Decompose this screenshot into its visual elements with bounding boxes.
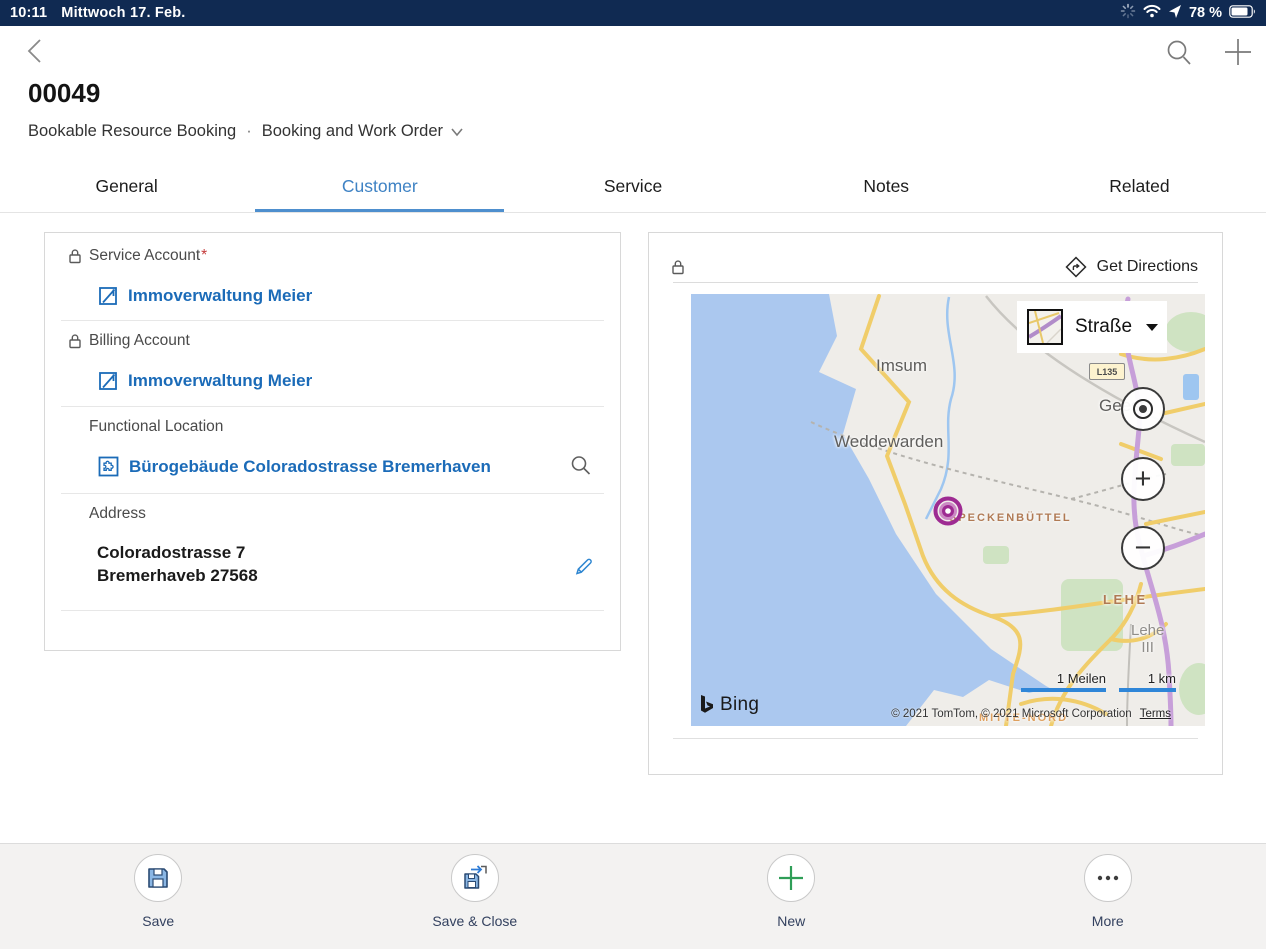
- field-divider: [61, 406, 604, 407]
- map-style-thumbnail-icon: [1027, 309, 1063, 345]
- directions-icon: [1065, 256, 1087, 278]
- tab-general[interactable]: General: [0, 160, 253, 212]
- map-zoom-in-button[interactable]: +: [1121, 457, 1165, 501]
- form-selector-label: Booking and Work Order: [262, 122, 443, 141]
- status-date: Mittwoch 17. Feb.: [61, 5, 185, 21]
- page-title: 00049: [28, 78, 100, 109]
- more-button[interactable]: More: [950, 844, 1266, 949]
- bing-map[interactable]: Imsum Weddewarden Geest SPECKENBÜTTEL LE…: [691, 294, 1205, 726]
- more-ellipsis-icon: [1084, 854, 1132, 902]
- account-entity-icon: [97, 285, 119, 307]
- save-and-close-button[interactable]: Save & Close: [317, 844, 634, 949]
- command-bar: Save Save & Close New: [0, 843, 1266, 949]
- scale-km-label: 1 km: [1148, 671, 1176, 686]
- save-and-close-label: Save & Close: [432, 913, 517, 929]
- save-button[interactable]: Save: [0, 844, 317, 949]
- chevron-down-icon: [450, 127, 464, 137]
- loading-spinner-icon: [1120, 3, 1136, 23]
- map-copyright: © 2021 TomTom, © 2021 Microsoft Corporat…: [891, 708, 1171, 720]
- battery-icon: [1229, 5, 1256, 22]
- status-time: 10:11: [10, 5, 47, 21]
- get-directions-label: Get Directions: [1097, 258, 1198, 276]
- tab-customer[interactable]: Customer: [253, 160, 506, 212]
- get-directions-button[interactable]: Get Directions: [1065, 256, 1198, 278]
- status-bar: 10:11 Mittwoch 17. Feb.: [0, 0, 1266, 26]
- field-divider: [61, 493, 604, 494]
- lock-icon: [68, 248, 82, 264]
- tab-related[interactable]: Related: [1013, 160, 1266, 212]
- battery-percentage: 78 %: [1189, 5, 1222, 21]
- record-subtitle: Bookable Resource Booking · Booking and …: [28, 122, 464, 141]
- customer-fields-card: Service Account* Immoverwaltung Meier Bi…: [44, 232, 621, 651]
- map-locate-button[interactable]: [1121, 387, 1165, 431]
- service-account-value[interactable]: Immoverwaltung Meier: [97, 285, 312, 307]
- field-divider: [61, 320, 604, 321]
- new-label: New: [777, 913, 805, 929]
- bing-icon: [699, 694, 715, 716]
- field-divider: [61, 610, 604, 611]
- save-icon: [134, 854, 182, 902]
- address-value: Coloradostrasse 7 Bremerhaveb 27568: [97, 541, 258, 587]
- app-window: 10:11 Mittwoch 17. Feb.: [0, 0, 1266, 949]
- search-icon[interactable]: [1164, 38, 1194, 68]
- copyright-text: © 2021 TomTom, © 2021 Microsoft Corporat…: [891, 708, 1131, 720]
- address-label: Address: [89, 505, 146, 523]
- functional-location-label: Functional Location: [89, 418, 223, 436]
- lock-icon: [68, 333, 82, 349]
- edit-pencil-icon[interactable]: [573, 555, 595, 582]
- terms-link[interactable]: Terms: [1140, 708, 1171, 720]
- map-zoom-out-button[interactable]: −: [1121, 526, 1165, 570]
- new-button[interactable]: New: [633, 844, 950, 949]
- back-button[interactable]: [22, 36, 52, 66]
- wifi-icon: [1143, 4, 1161, 22]
- tab-notes[interactable]: Notes: [760, 160, 1013, 212]
- required-marker: *: [201, 247, 207, 264]
- map-header-divider: [673, 282, 1198, 283]
- map-style-value: Straße: [1075, 316, 1132, 338]
- billing-account-value[interactable]: Immoverwaltung Meier: [97, 370, 312, 392]
- tab-service[interactable]: Service: [506, 160, 759, 212]
- lookup-search-icon[interactable]: [569, 454, 593, 483]
- caret-down-icon: [1146, 324, 1158, 331]
- more-label: More: [1092, 913, 1124, 929]
- map-footer-divider: [673, 738, 1198, 739]
- billing-account-label: Billing Account: [68, 332, 190, 350]
- scale-miles-label: 1 Meilen: [1057, 671, 1106, 686]
- add-button[interactable]: [1222, 36, 1254, 68]
- new-plus-icon: [767, 854, 815, 902]
- service-account-label: Service Account*: [68, 247, 207, 265]
- functional-location-value[interactable]: Bürogebäude Coloradostrasse Bremerhaven: [97, 455, 491, 478]
- map-style-selector[interactable]: Straße: [1017, 301, 1167, 353]
- map-terrain: [691, 294, 1205, 726]
- location-arrow-icon: [1168, 4, 1182, 22]
- form-selector[interactable]: Booking and Work Order: [262, 122, 464, 141]
- scale-miles-bar: [1021, 688, 1106, 692]
- subtitle-separator: ·: [246, 122, 252, 141]
- lock-icon: [671, 259, 685, 275]
- save-and-close-icon: [451, 854, 499, 902]
- tab-bar: General Customer Service Notes Related: [0, 160, 1266, 213]
- save-label: Save: [142, 913, 174, 929]
- map-card: Get Directions: [648, 232, 1223, 775]
- bing-logo: Bing: [699, 694, 759, 716]
- account-entity-icon: [97, 370, 119, 392]
- scale-km-bar: [1119, 688, 1176, 692]
- functional-location-entity-icon: [97, 455, 120, 478]
- entity-type-label: Bookable Resource Booking: [28, 122, 236, 141]
